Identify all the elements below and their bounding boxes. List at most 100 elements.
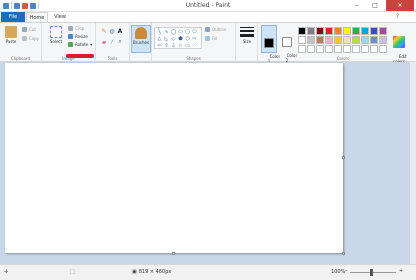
size-group: Size bbox=[236, 23, 258, 62]
shapes-group: ╲ ∿ ◯ ▭ ▢ ⬠ △ ◺ ◇ ⬟ ⬡ ⇨ ⇦ ⇧ ⇩ ☆ ▭ ♡ Outl… bbox=[152, 23, 236, 62]
line-shape-icon[interactable]: ╲ bbox=[156, 29, 163, 36]
copy-icon bbox=[22, 36, 27, 41]
arrow-up-shape-icon[interactable]: ⇧ bbox=[163, 43, 170, 50]
fill-bucket-icon[interactable]: ◍ bbox=[108, 27, 116, 35]
fill-label: Fill bbox=[212, 36, 218, 41]
color-picker-icon[interactable]: ⁄ bbox=[108, 38, 116, 46]
color-swatch[interactable] bbox=[307, 36, 315, 44]
diamond-shape-icon[interactable]: ◇ bbox=[170, 36, 177, 43]
colors-group-label: Colors bbox=[336, 56, 350, 61]
color-swatch[interactable] bbox=[334, 36, 342, 44]
color-swatch[interactable] bbox=[370, 45, 378, 53]
size-button[interactable]: Size bbox=[239, 27, 255, 44]
outline-button[interactable]: Outline bbox=[205, 27, 226, 32]
rounded-rectangle-shape-icon[interactable]: ▢ bbox=[184, 29, 191, 36]
color-swatch[interactable] bbox=[361, 45, 369, 53]
title-bar: Untitled - Paint – □ ✕ bbox=[0, 0, 416, 12]
color-swatch[interactable] bbox=[334, 45, 342, 53]
rotate-label: Rotate bbox=[75, 42, 89, 47]
text-tool-icon[interactable]: A bbox=[116, 27, 124, 35]
resize-button[interactable]: Resize bbox=[68, 34, 88, 39]
color-swatch[interactable] bbox=[379, 45, 387, 53]
size-label: Size bbox=[242, 39, 252, 44]
rotate-button[interactable]: Rotate ▾ bbox=[68, 42, 92, 47]
resize-label: Resize bbox=[75, 34, 88, 39]
right-triangle-shape-icon[interactable]: ◺ bbox=[163, 36, 170, 43]
cut-button[interactable]: Cut bbox=[22, 27, 36, 32]
fill-button[interactable]: Fill bbox=[205, 36, 217, 41]
color-swatch[interactable] bbox=[325, 36, 333, 44]
copy-button[interactable]: Copy bbox=[22, 36, 39, 41]
color-swatch[interactable] bbox=[307, 27, 315, 35]
canvas-resize-handle-corner[interactable] bbox=[342, 252, 345, 255]
close-button[interactable]: ✕ bbox=[386, 0, 414, 11]
heart-shape-icon[interactable]: ♡ bbox=[191, 43, 198, 50]
clipboard-group: Paste Cut Copy Clipboard bbox=[0, 23, 42, 62]
color-swatch[interactable] bbox=[298, 27, 306, 35]
help-icon[interactable]: ? bbox=[396, 13, 399, 20]
color-swatch[interactable] bbox=[307, 45, 315, 53]
color-swatch[interactable] bbox=[352, 36, 360, 44]
color-swatch[interactable] bbox=[352, 45, 360, 53]
canvas-resize-handle-bottom[interactable] bbox=[172, 252, 175, 255]
pencil-icon[interactable]: ✎ bbox=[100, 27, 108, 35]
color-swatch[interactable] bbox=[379, 27, 387, 35]
color-swatch[interactable] bbox=[316, 27, 324, 35]
zoom-out-button[interactable]: – bbox=[345, 268, 348, 274]
color-swatch[interactable] bbox=[379, 36, 387, 44]
clipboard-group-label: Clipboard bbox=[10, 56, 31, 61]
resize-icon bbox=[68, 34, 73, 39]
color1-button[interactable]: Color 1 bbox=[261, 25, 280, 64]
zoom-slider-thumb[interactable] bbox=[370, 269, 373, 276]
ribbon-tabs: File Home View ? bbox=[0, 12, 416, 22]
arrow-right-shape-icon[interactable]: ⇨ bbox=[191, 36, 198, 43]
color-swatch[interactable] bbox=[352, 27, 360, 35]
curve-shape-icon[interactable]: ∿ bbox=[163, 29, 170, 36]
callout-shape-icon[interactable]: ▭ bbox=[184, 43, 191, 50]
canvas-resize-handle-right[interactable] bbox=[342, 156, 345, 159]
color-swatch[interactable] bbox=[316, 45, 324, 53]
vertical-scrollbar[interactable] bbox=[410, 62, 416, 264]
color-swatch[interactable] bbox=[370, 36, 378, 44]
polygon-shape-icon[interactable]: ⬠ bbox=[191, 29, 198, 36]
star-shape-icon[interactable]: ☆ bbox=[177, 43, 184, 50]
color-swatch[interactable] bbox=[361, 36, 369, 44]
shapes-gallery[interactable]: ╲ ∿ ◯ ▭ ▢ ⬠ △ ◺ ◇ ⬟ ⬡ ⇨ ⇦ ⇧ ⇩ ☆ ▭ ♡ bbox=[154, 27, 202, 49]
color-swatch[interactable] bbox=[334, 27, 342, 35]
arrow-down-shape-icon[interactable]: ⇩ bbox=[170, 43, 177, 50]
maximize-button[interactable]: □ bbox=[366, 0, 384, 11]
tab-file[interactable]: File bbox=[1, 12, 25, 22]
drawing-canvas[interactable] bbox=[5, 63, 343, 253]
color-swatch[interactable] bbox=[316, 36, 324, 44]
color-swatch[interactable] bbox=[370, 27, 378, 35]
color-swatch[interactable] bbox=[325, 45, 333, 53]
arrow-left-shape-icon[interactable]: ⇦ bbox=[156, 43, 163, 50]
hexagon-shape-icon[interactable]: ⬡ bbox=[184, 36, 191, 43]
zoom-slider-track[interactable] bbox=[350, 272, 396, 273]
rectangle-shape-icon[interactable]: ▭ bbox=[177, 29, 184, 36]
magnifier-icon[interactable]: ⌕ bbox=[116, 38, 124, 46]
color-swatch[interactable] bbox=[298, 36, 306, 44]
scissors-icon bbox=[22, 27, 27, 32]
color-swatch[interactable] bbox=[343, 36, 351, 44]
paste-label: Paste bbox=[5, 39, 17, 44]
eraser-icon[interactable]: ▰ bbox=[100, 38, 108, 46]
pentagon-shape-icon[interactable]: ⬟ bbox=[177, 36, 184, 43]
crop-button[interactable]: Crop bbox=[68, 26, 84, 31]
brushes-button[interactable]: Brushes bbox=[131, 25, 151, 53]
image-size-icon: ▣ bbox=[132, 269, 137, 275]
color-swatch[interactable] bbox=[325, 27, 333, 35]
zoom-in-button[interactable]: + bbox=[399, 268, 403, 274]
color-swatch[interactable] bbox=[343, 27, 351, 35]
paste-button[interactable]: Paste bbox=[4, 26, 18, 44]
oval-shape-icon[interactable]: ◯ bbox=[170, 29, 177, 36]
select-button[interactable]: Select bbox=[48, 26, 64, 44]
tab-view[interactable]: View bbox=[50, 12, 70, 22]
color-swatch[interactable] bbox=[343, 45, 351, 53]
tools-grid: ✎ ◍ A ▰ ⁄ ⌕ bbox=[100, 27, 124, 46]
color-swatch[interactable] bbox=[298, 45, 306, 53]
minimize-button[interactable]: – bbox=[348, 0, 366, 11]
triangle-shape-icon[interactable]: △ bbox=[156, 36, 163, 43]
tab-home[interactable]: Home bbox=[26, 12, 48, 22]
color-swatch[interactable] bbox=[361, 27, 369, 35]
